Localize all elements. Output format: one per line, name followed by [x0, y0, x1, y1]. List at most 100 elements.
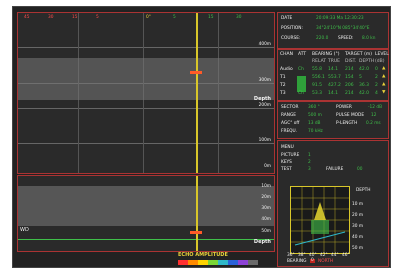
menu-item-label: TEST: [281, 167, 292, 172]
depth-scale-label: 20m: [261, 195, 271, 200]
menu-item-value: 1: [308, 153, 311, 158]
channel-att: Ch: [298, 91, 304, 96]
amplitude-swatch: [178, 260, 188, 265]
amplitude-swatch: [208, 260, 218, 265]
column-subheader: RELAT: [312, 59, 327, 64]
table-row[interactable]: T3 Ch 53.3 14.1 214 42.0 4 ▼: [278, 90, 388, 99]
bottom-line: [18, 239, 274, 240]
bearing-value[interactable]: 0: [310, 258, 315, 264]
target-dist: 154: [345, 75, 354, 80]
column-header: TARGET (m): [345, 52, 373, 57]
target-depth: 42.0: [359, 67, 370, 72]
column-header: CHAN: [280, 52, 293, 57]
channel-name: T3: [280, 91, 286, 96]
course-value: 220.0: [316, 36, 329, 41]
echo-band: [18, 58, 274, 100]
bearing-relat: 55.8: [312, 67, 323, 72]
column-subheader: DEPTH: [359, 59, 375, 64]
failure-label: FAILURE: [326, 167, 344, 172]
echo-amplitude-legend: ECHO AMPLITUDE: [178, 253, 273, 265]
center-bearing-line: [196, 13, 198, 173]
position-label: POSITION:: [281, 26, 303, 31]
p-length-label: P-LENGTH: [336, 121, 358, 126]
bearing-true: 14.1: [328, 67, 339, 72]
table-row[interactable]: Audio Ch 55.8 14.1 214 42.0 0 ▲: [278, 66, 388, 75]
bearing-tick: 42°: [320, 253, 328, 258]
sector-value[interactable]: 360 °: [308, 105, 320, 110]
amplitude-color-bar: [178, 260, 258, 265]
agc-label: AGC° off: [281, 121, 300, 126]
frequency-value[interactable]: 70 kHz: [308, 129, 323, 134]
menu-panel: MENU PICTURE 1 KEYS 2 TEST 3 FAILURE 00: [277, 140, 389, 267]
depth-chart-label: 30 m: [352, 224, 364, 229]
column-header: BEARING (°): [312, 52, 340, 57]
menu-title: MENU: [281, 145, 294, 150]
column-header: ATT: [298, 52, 307, 57]
upper-echogram-panel: 45 30 15 5 0° 5 15 30 400m 300m 200m 100…: [17, 12, 275, 174]
speed-label: SPEED:: [338, 36, 354, 41]
grid-line: [18, 108, 274, 109]
column-header: LEVEL: [375, 52, 389, 57]
position-value: 34°24'10"N 085°34'40"E: [316, 26, 370, 31]
target-dist: 214: [345, 91, 354, 96]
channel-name: Audio: [280, 67, 293, 72]
amplitude-swatch: [248, 260, 258, 265]
power-value[interactable]: -12 dB: [368, 105, 382, 110]
bearing-tick: 36°: [287, 253, 295, 258]
bearing-relat: 556.1: [312, 75, 325, 80]
column-subheader: DIST.: [345, 59, 357, 64]
bearing-relat: 91.5: [312, 83, 323, 88]
depth-chart-label: 50 m: [352, 246, 364, 251]
grid-line: [18, 47, 274, 48]
course-label: COURSE:: [281, 36, 301, 41]
menu-item-picture[interactable]: PICTURE 1: [281, 153, 361, 161]
bearing-tick: 44°: [331, 253, 339, 258]
bearing-true: 553.7: [328, 75, 341, 80]
echo-amplitude-title: ECHO AMPLITUDE: [178, 252, 228, 258]
range-label: 300m: [258, 78, 271, 83]
range-label: 0m: [264, 164, 271, 169]
amplitude-swatch: [228, 260, 238, 265]
status-panel: DATE 20:09:33 Ma 12:30:23 POSITION: 34°2…: [277, 12, 389, 49]
menu-item-value: 3: [308, 167, 311, 172]
range-label: RANGE: [281, 113, 297, 118]
sector-label: SECTOR: [281, 105, 299, 110]
menu-item-label: PICTURE: [281, 153, 300, 158]
target-dist: 214: [345, 67, 354, 72]
echo-band: [18, 186, 274, 226]
depth-chart-label: 10 m: [352, 202, 364, 207]
amplitude-swatch: [238, 260, 248, 265]
table-row[interactable]: T1 556.1 553.7 154 5 2 ▲: [278, 74, 388, 84]
column-subheader: TRUE: [328, 59, 341, 64]
bearing-relat: 53.3: [312, 91, 323, 96]
amplitude-swatch: [188, 260, 198, 265]
bearing-marker: 30: [48, 15, 54, 20]
channel-att: Ch: [298, 67, 304, 72]
agc-value[interactable]: 13 dB: [308, 121, 321, 126]
level-value: 2: [375, 83, 378, 88]
power-label: POWER: [336, 105, 352, 110]
target-depth: 36.3: [359, 83, 370, 88]
bearing-marker: 45: [24, 15, 30, 20]
target-dist: 206: [345, 83, 354, 88]
amplitude-swatch: [218, 260, 228, 265]
bearing-marker: 0°: [146, 15, 151, 20]
menu-item-test[interactable]: TEST 3 FAILURE 00: [281, 167, 386, 175]
menu-item-keys[interactable]: KEYS 2: [281, 160, 361, 168]
target-depth: 42.0: [359, 91, 370, 96]
depth-scale-label: 40m: [261, 217, 271, 222]
range-value[interactable]: 500 m: [308, 113, 322, 118]
table-row[interactable]: T2 91.5 427.2 206 36.3 2 ▲: [278, 82, 388, 92]
menu-item-label: KEYS: [281, 160, 292, 165]
bearing-tick: 38°: [298, 253, 306, 258]
channel-table: CHAN ATT BEARING (°) TARGET (m) LEVEL RE…: [277, 49, 389, 101]
bearing-marker: 5: [96, 15, 99, 20]
channel-name: T1: [280, 75, 286, 80]
pulse-mode-value[interactable]: 12: [371, 113, 376, 118]
water-depth-label: WD: [20, 227, 29, 233]
p-length-value[interactable]: 0.2 ms: [366, 121, 381, 126]
depth-chart-label: 40 m: [352, 235, 364, 240]
date-label: DATE: [281, 16, 293, 21]
sonar-display: 45 30 15 5 0° 5 15 30 400m 300m 200m 100…: [12, 6, 391, 268]
bearing-tick: 46°: [342, 253, 350, 258]
